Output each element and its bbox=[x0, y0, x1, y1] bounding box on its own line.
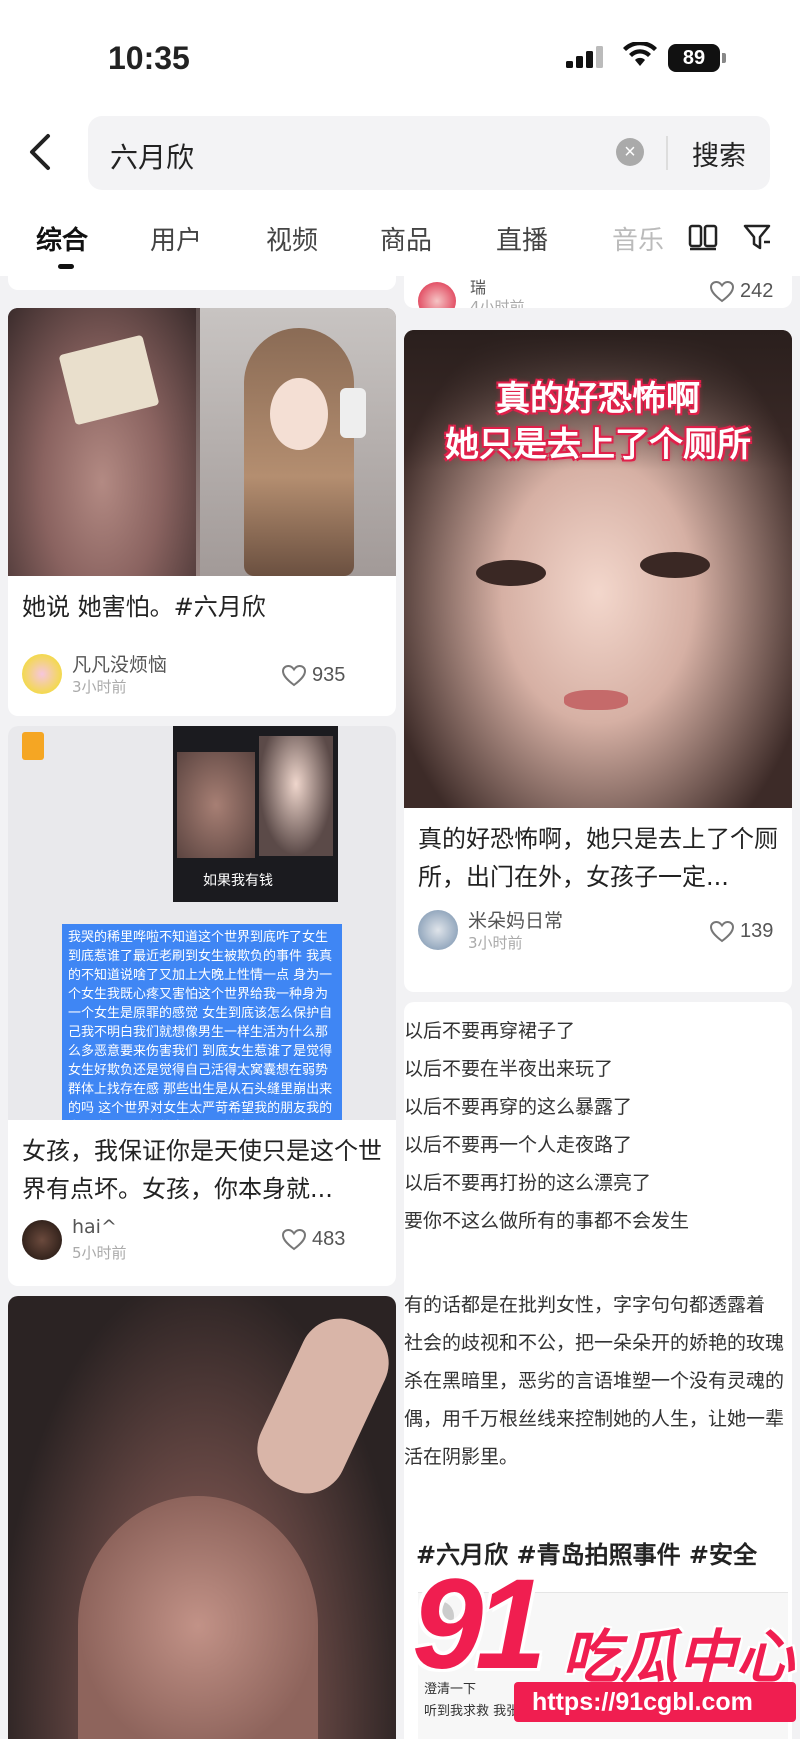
hair bbox=[244, 328, 354, 576]
watermark-url: https://91cgbl.com bbox=[514, 1682, 796, 1722]
video-caption: 如果我有钱 bbox=[203, 873, 273, 889]
wifi-icon bbox=[623, 42, 657, 66]
note-card[interactable] bbox=[8, 1296, 396, 1739]
results-feed[interactable]: 她说 她害怕。#六月欣 凡凡没烦恼 3小时前 935 如果我有钱 我哭的稀里哗啦… bbox=[0, 276, 800, 1739]
heart-icon bbox=[282, 1228, 306, 1250]
post-time: 3小时前 bbox=[468, 934, 523, 952]
post-paragraph-line: 杀在黑暗里，恶劣的言语堆塑一个没有灵魂的 bbox=[404, 1370, 785, 1392]
chat-text: 我哭的稀里哗啦不知道这个世界到底咋了女生到底惹谁了最近老刷到女生被欺负的事件 我… bbox=[68, 930, 333, 1116]
hand bbox=[244, 1305, 396, 1507]
overlay-caption-line2: 她只是去上了个厕所 bbox=[445, 425, 751, 465]
clear-search-icon[interactable]: × bbox=[616, 138, 644, 166]
right-eye bbox=[640, 552, 710, 578]
heart-icon bbox=[282, 664, 306, 686]
tab-products[interactable]: 商品 bbox=[380, 220, 432, 257]
layout-toggle-icon[interactable] bbox=[688, 222, 718, 252]
search-divider bbox=[666, 136, 668, 170]
face bbox=[78, 1496, 318, 1739]
note-card[interactable]: 她说 她害怕。#六月欣 凡凡没烦恼 3小时前 935 bbox=[8, 308, 396, 716]
search-tabs: 综合 用户 视频 商品 直播 音乐 bbox=[0, 210, 800, 276]
tab-live[interactable]: 直播 bbox=[496, 220, 548, 257]
post-time: 5小时前 bbox=[72, 1244, 127, 1262]
search-button[interactable]: 搜索 bbox=[692, 134, 746, 173]
status-bar: 10:35 89 bbox=[0, 0, 800, 110]
post-line: 以后不要再穿的这么暴露了 bbox=[404, 1096, 633, 1118]
note-title[interactable]: 她说 她害怕。#六月欣 bbox=[22, 588, 382, 626]
post-line: 要你不这么做所有的事都不会发生 bbox=[404, 1210, 690, 1232]
tab-users[interactable]: 用户 bbox=[150, 220, 202, 257]
phone bbox=[340, 388, 366, 438]
author-avatar[interactable] bbox=[22, 654, 62, 694]
like-count: 483 bbox=[312, 1228, 346, 1250]
post-line: 以后不要再打扮的这么漂亮了 bbox=[404, 1172, 652, 1194]
partial-card[interactable] bbox=[8, 276, 396, 290]
orange-tag-icon bbox=[22, 732, 44, 760]
note-title[interactable]: 女孩，我保证你是天使只是这个世界有点坏。女孩，你本身就... bbox=[22, 1132, 384, 1208]
post-paragraph-line: 有的话都是在批判女性，字字句句都透露着 bbox=[404, 1294, 766, 1316]
chat-screenshot: 我哭的稀里哗啦不知道这个世界到底咋了女生到底惹谁了最近老刷到女生被欺负的事件 我… bbox=[62, 924, 342, 1120]
cellular-signal-icon bbox=[566, 46, 603, 68]
post-line: 以后不要在半夜出来玩了 bbox=[404, 1058, 614, 1080]
author-avatar[interactable] bbox=[418, 910, 458, 950]
note-card[interactable]: 真的好恐怖啊 她只是去上了个厕所 真的好恐怖啊，她只是去上了个厕所，出门在外，女… bbox=[404, 330, 792, 992]
author-name[interactable]: hai^ bbox=[72, 1216, 117, 1238]
post-line: 以后不要再穿裙子了 bbox=[404, 1020, 576, 1042]
post-time: 4小时前 bbox=[470, 298, 525, 308]
search-query-text[interactable]: 六月欣 bbox=[110, 136, 194, 176]
post-time: 3小时前 bbox=[72, 678, 127, 696]
note-title[interactable]: 真的好恐怖啊，她只是去上了个厕所，出门在外，女孩子一定... bbox=[418, 820, 780, 896]
note-card[interactable]: 如果我有钱 我哭的稀里哗啦不知道这个世界到底咋了女生到底惹谁了最近老刷到女生被欺… bbox=[8, 726, 396, 1286]
heart-icon bbox=[710, 280, 734, 302]
post-paragraph-line: 社会的歧视和不公，把一朵朵开的娇艳的玫瑰 bbox=[404, 1332, 785, 1354]
tab-videos[interactable]: 视频 bbox=[266, 220, 318, 257]
like-count: 139 bbox=[740, 920, 774, 942]
note-image bbox=[8, 308, 396, 576]
note-image: 真的好恐怖啊 她只是去上了个厕所 bbox=[404, 330, 792, 808]
search-input[interactable]: 六月欣 × 搜索 bbox=[88, 116, 770, 190]
tab-comprehensive[interactable]: 综合 bbox=[36, 220, 88, 257]
filter-icon[interactable] bbox=[742, 222, 772, 252]
active-tab-indicator bbox=[58, 264, 74, 269]
search-header: 六月欣 × 搜索 bbox=[0, 110, 800, 210]
video-screenshot: 如果我有钱 bbox=[173, 726, 338, 902]
face bbox=[270, 378, 328, 450]
author-name[interactable]: 米朵妈日常 bbox=[468, 906, 563, 933]
post-line: 以后不要再一个人走夜路了 bbox=[404, 1134, 633, 1156]
post-paragraph-line: 活在阴影里。 bbox=[404, 1446, 519, 1468]
like-button[interactable]: 483 bbox=[282, 1228, 345, 1251]
heart-icon bbox=[710, 920, 734, 942]
overlay-caption-line1: 真的好恐怖啊 bbox=[496, 379, 700, 419]
like-count: 242 bbox=[740, 280, 774, 302]
note-card[interactable]: 瑞 4小时前 242 bbox=[404, 276, 792, 308]
author-name[interactable]: 凡凡没烦恼 bbox=[72, 650, 167, 677]
note-image bbox=[8, 1296, 396, 1739]
back-arrow-icon[interactable] bbox=[22, 130, 62, 174]
watermark-logo: 91 bbox=[412, 1553, 546, 1696]
author-avatar[interactable] bbox=[22, 1220, 62, 1260]
clock: 10:35 bbox=[108, 40, 190, 76]
battery-indicator: 89 bbox=[668, 44, 726, 72]
like-button[interactable]: 242 bbox=[710, 280, 773, 303]
post-paragraph-line: 偶，用千万根丝线来控制她的人生，让她一辈 bbox=[404, 1408, 785, 1430]
like-count: 935 bbox=[312, 664, 346, 686]
lips bbox=[564, 690, 628, 710]
tab-music[interactable]: 音乐 bbox=[612, 220, 664, 257]
author-name[interactable]: 瑞 bbox=[470, 276, 486, 298]
author-avatar[interactable] bbox=[418, 282, 456, 308]
face-thumb bbox=[259, 736, 333, 856]
like-button[interactable]: 935 bbox=[282, 664, 345, 687]
face-thumb bbox=[177, 752, 255, 858]
site-watermark: 91 吃瓜中心 https://91cgbl.com bbox=[402, 1560, 800, 1739]
left-eye bbox=[476, 560, 546, 586]
like-button[interactable]: 139 bbox=[710, 920, 773, 943]
note-image: 如果我有钱 我哭的稀里哗啦不知道这个世界到底咋了女生到底惹谁了最近老刷到女生被欺… bbox=[8, 726, 396, 1120]
